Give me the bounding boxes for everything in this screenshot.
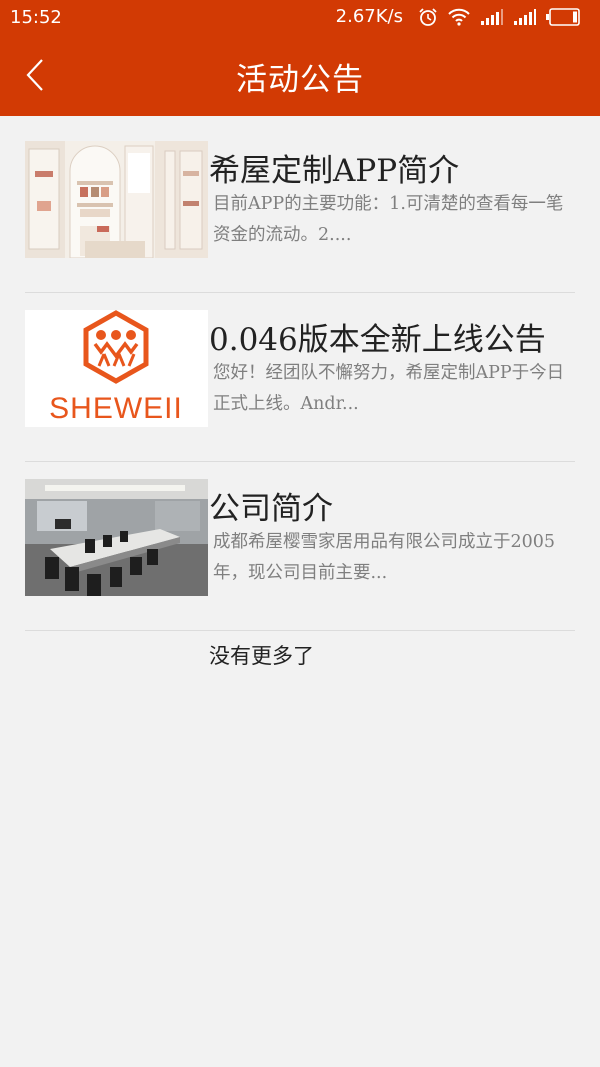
wifi-icon [448, 8, 470, 26]
announcement-item[interactable]: SHEWEII 0.046版本全新上线公告 您好！经团队不懈努力，希屋定制APP… [25, 310, 575, 462]
thumbnail-conference-room [25, 479, 208, 596]
announcement-description: 您好！经团队不懈努力，希屋定制APP于今日正式上线。Andr... [213, 363, 565, 414]
announcement-title: 希屋定制APP简介 [209, 153, 460, 189]
signal-icon [481, 8, 503, 25]
announcement-description: 目前APP的主要功能：1.可清楚的查看每一笔资金的流动。2.... [213, 194, 564, 245]
alarm-icon [419, 7, 437, 26]
announcement-item[interactable]: 希屋定制APP简介 目前APP的主要功能：1.可清楚的查看每一笔资金的流动。2.… [25, 141, 575, 293]
status-time: 15:52 [10, 7, 62, 28]
announcement-list: 希屋定制APP简介 目前APP的主要功能：1.可清楚的查看每一笔资金的流动。2.… [25, 141, 575, 631]
announcement-description: 成都希屋樱雪家居用品有限公司成立于2005年，现公司目前主要... [213, 532, 556, 583]
signal-icon [514, 8, 536, 25]
page-title: 活动公告 [236, 62, 364, 98]
thumbnail-wardrobe [25, 141, 208, 258]
announcement-item[interactable]: 公司简介 成都希屋樱雪家居用品有限公司成立于2005年，现公司目前主要... [25, 479, 575, 631]
network-speed: 2.67K/s [335, 6, 403, 27]
thumbnail-sheweii-logo: SHEWEII [25, 310, 208, 427]
battery-icon [546, 7, 580, 26]
announcement-title: 0.046版本全新上线公告 [209, 322, 546, 358]
app-bar: 活动公告 [0, 34, 600, 116]
logo-text: SHEWEII [49, 392, 183, 425]
status-bar: 15:52 2.67K/s [0, 0, 600, 34]
announcement-title: 公司简介 [209, 491, 333, 527]
no-more-label: 没有更多了 [209, 644, 314, 668]
